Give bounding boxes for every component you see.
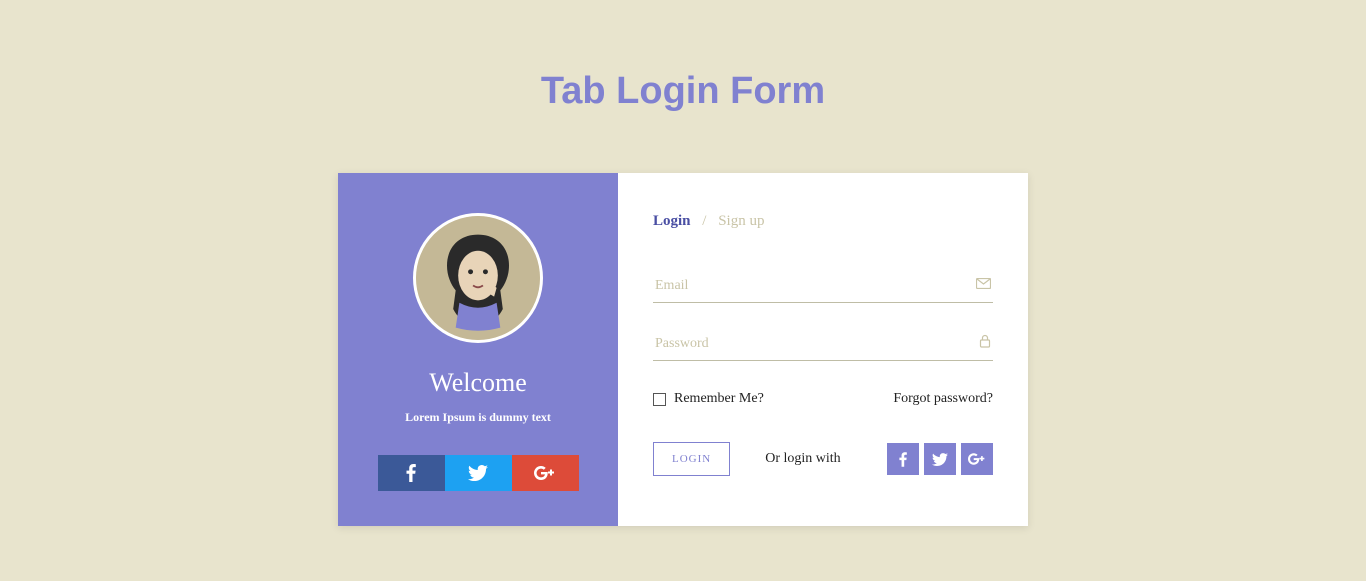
or-login-with-label: Or login with: [765, 451, 840, 467]
action-row: LOGIN Or login with: [653, 442, 993, 476]
remember-label: Remember Me?: [674, 391, 764, 407]
login-button[interactable]: LOGIN: [653, 442, 730, 476]
lock-icon: [979, 334, 991, 353]
avatar: [413, 213, 543, 343]
welcome-panel: Welcome Lorem Ipsum is dummy text: [338, 173, 618, 526]
form-panel: Login / Sign up Remember Me? Forgot pass…: [618, 173, 1028, 526]
page-title: Tab Login Form: [20, 70, 1346, 113]
mini-facebook-button[interactable]: [887, 443, 919, 475]
login-card: Welcome Lorem Ipsum is dummy text Login …: [338, 173, 1028, 526]
tab-login[interactable]: Login: [653, 213, 691, 229]
email-group: [653, 270, 993, 303]
mini-googleplus-button[interactable]: [961, 443, 993, 475]
facebook-icon: [406, 464, 416, 482]
facebook-icon: [899, 452, 907, 467]
twitter-button[interactable]: [445, 455, 512, 491]
twitter-icon: [468, 465, 488, 481]
mini-twitter-button[interactable]: [924, 443, 956, 475]
forgot-password-link[interactable]: Forgot password?: [893, 391, 993, 407]
email-field[interactable]: [653, 270, 993, 303]
social-buttons: [358, 455, 598, 491]
password-group: [653, 328, 993, 361]
remember-me[interactable]: Remember Me?: [653, 391, 764, 407]
mini-social-buttons: [887, 443, 993, 475]
options-row: Remember Me? Forgot password?: [653, 391, 993, 407]
tab-separator: /: [702, 213, 706, 229]
googleplus-icon: [968, 453, 986, 465]
googleplus-button[interactable]: [512, 455, 579, 491]
auth-tabs: Login / Sign up: [653, 213, 993, 230]
email-icon: [976, 276, 991, 294]
googleplus-icon: [534, 466, 556, 480]
welcome-title: Welcome: [358, 368, 598, 398]
tab-signup[interactable]: Sign up: [718, 213, 764, 229]
remember-checkbox[interactable]: [653, 393, 666, 406]
welcome-subtitle: Lorem Ipsum is dummy text: [358, 410, 598, 425]
facebook-button[interactable]: [378, 455, 445, 491]
twitter-icon: [932, 453, 948, 466]
password-field[interactable]: [653, 328, 993, 361]
